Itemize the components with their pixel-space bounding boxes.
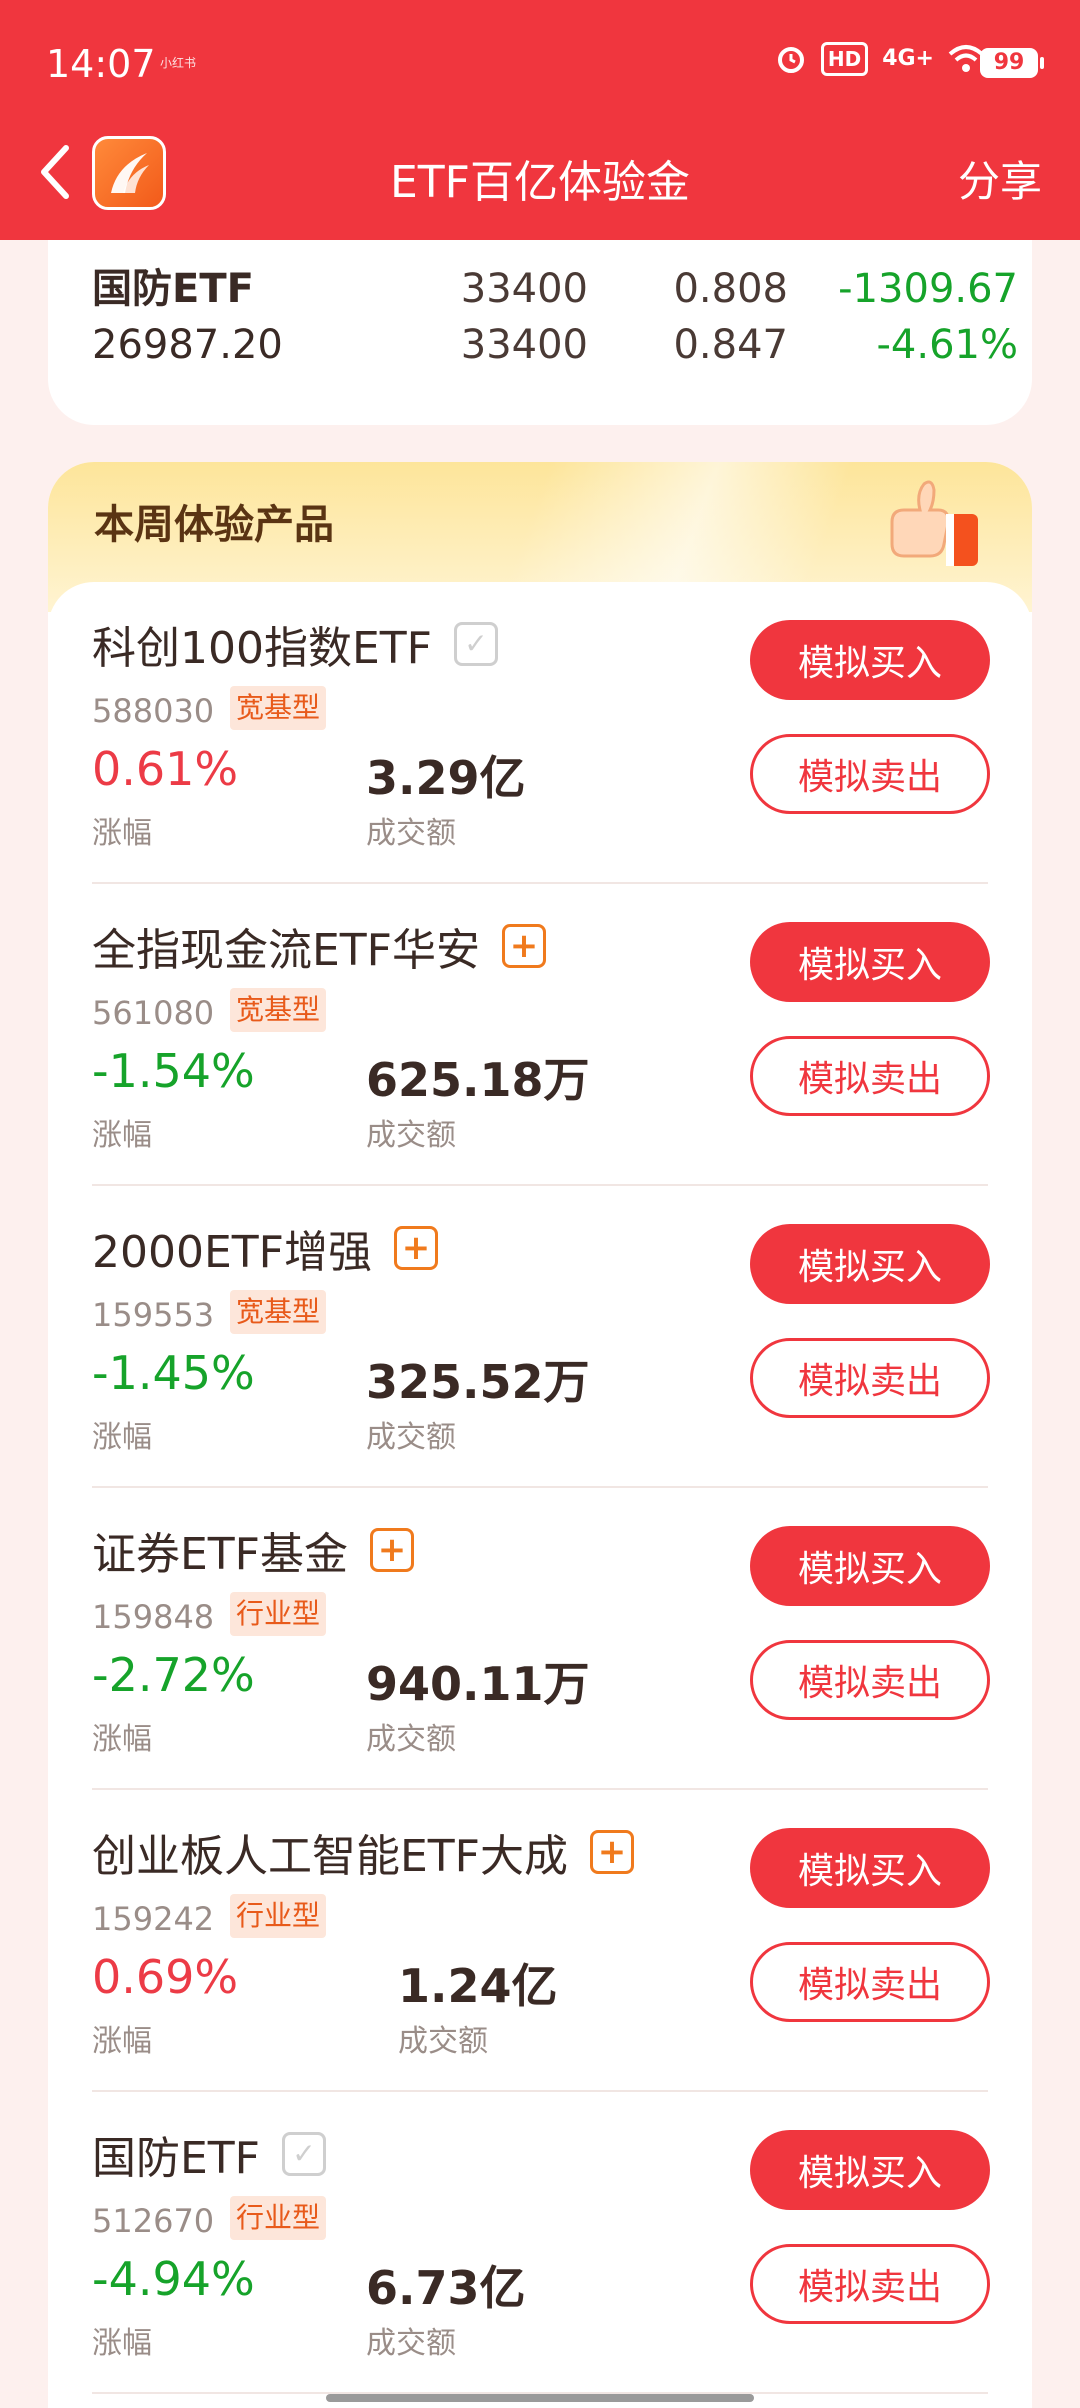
product-type-badge: 宽基型	[230, 686, 327, 730]
holding-pl-amount: -1309.67	[838, 266, 1018, 312]
product-volume: 6.73亿	[366, 2261, 526, 2315]
products-list: 科创100指数ETF ✓ 588030 宽基型 0.61% 涨幅 3.29亿 成…	[48, 582, 1032, 2408]
product-row[interactable]: 创业板人工智能ETF大成 + 159242 行业型 0.69% 涨幅 1.24亿…	[48, 1790, 1032, 2092]
top-bar: 14:07 小红书 HD 4G+ 99 ETF百亿体验金 分享	[0, 0, 1080, 240]
product-code: 561080	[92, 994, 215, 1032]
product-change: -4.94%	[92, 2252, 255, 2306]
thumbs-up-icon	[890, 480, 978, 566]
product-volume: 940.11万	[366, 1657, 590, 1711]
simulate-sell-button[interactable]: 模拟卖出	[750, 1640, 990, 1720]
product-name-line[interactable]: 科创100指数ETF ✓	[92, 612, 498, 676]
change-label: 涨幅	[92, 1722, 152, 1757]
product-row[interactable]: 全指现金流ETF华安 + 561080 宽基型 -1.54% 涨幅 625.18…	[48, 884, 1032, 1186]
status-time: 14:07	[46, 42, 156, 86]
change-label: 涨幅	[92, 816, 152, 851]
product-row[interactable]: 国防ETF ✓ 512670 行业型 -4.94% 涨幅 6.73亿 成交额 模…	[48, 2092, 1032, 2394]
simulate-buy-button[interactable]: 模拟买入	[750, 922, 990, 1002]
change-label: 涨幅	[92, 1118, 152, 1153]
battery-icon: 99	[980, 48, 1044, 78]
product-change: -2.72%	[92, 1648, 255, 1702]
volume-label: 成交额	[366, 1118, 456, 1153]
product-volume: 1.24亿	[398, 1959, 558, 2013]
page-title: ETF百亿体验金	[390, 157, 690, 208]
product-name-line[interactable]: 国防ETF ✓	[92, 2122, 326, 2186]
product-volume: 625.18万	[366, 1053, 590, 1107]
product-row[interactable]: 证券ETF基金 + 159848 行业型 -2.72% 涨幅 940.11万 成…	[48, 1488, 1032, 1790]
add-watchlist-icon[interactable]: +	[590, 1830, 634, 1874]
products-card: 本周体验产品 科创100指数ETF ✓ 588030 宽基型 0.61% 涨幅 …	[48, 462, 1032, 2408]
summary-row-1: 国防ETF 33400 0.808 -1309.67	[48, 262, 1032, 316]
alarm-icon	[777, 47, 804, 73]
volume-label: 成交额	[366, 816, 456, 851]
wifi-icon	[948, 45, 984, 72]
share-button[interactable]: 分享	[958, 148, 1042, 209]
product-change: -1.45%	[92, 1346, 255, 1400]
simulate-sell-button[interactable]: 模拟卖出	[750, 1036, 990, 1116]
simulate-sell-button[interactable]: 模拟卖出	[750, 1942, 990, 2022]
volume-label: 成交额	[398, 2024, 488, 2059]
status-notification-text: 小红书	[160, 56, 197, 70]
volume-label: 成交额	[366, 1420, 456, 1455]
product-type-badge: 宽基型	[230, 1290, 327, 1334]
product-type-badge: 行业型	[230, 1894, 327, 1938]
product-name[interactable]: 科创100指数ETF	[92, 612, 432, 676]
summary-row-2: 26987.20 33400 0.847 -4.61%	[48, 318, 1032, 372]
simulate-buy-button[interactable]: 模拟买入	[750, 1526, 990, 1606]
status-icons: HD 4G+	[775, 42, 984, 76]
volume-label: 成交额	[366, 1722, 456, 1757]
section-title: 本周体验产品	[94, 502, 334, 548]
added-check-icon[interactable]: ✓	[282, 2132, 326, 2176]
simulate-sell-button[interactable]: 模拟卖出	[750, 1338, 990, 1418]
product-change: 0.61%	[92, 742, 239, 796]
product-name-line[interactable]: 创业板人工智能ETF大成 +	[92, 1820, 634, 1884]
product-type-badge: 行业型	[230, 2196, 327, 2240]
product-name-line[interactable]: 2000ETF增强 +	[92, 1216, 438, 1280]
change-label: 涨幅	[92, 2024, 152, 2059]
product-name[interactable]: 证券ETF基金	[92, 1518, 348, 1582]
product-change: -1.54%	[92, 1044, 255, 1098]
change-label: 涨幅	[92, 2326, 152, 2361]
product-type-badge: 行业型	[230, 1592, 327, 1636]
home-indicator[interactable]	[326, 2394, 754, 2402]
volume-label: 成交额	[366, 2326, 456, 2361]
product-code: 159242	[92, 1900, 215, 1938]
product-name-line[interactable]: 全指现金流ETF华安 +	[92, 914, 546, 978]
product-name-line[interactable]: 证券ETF基金 +	[92, 1518, 414, 1582]
simulate-buy-button[interactable]: 模拟买入	[750, 1224, 990, 1304]
add-watchlist-icon[interactable]: +	[502, 924, 546, 968]
product-name[interactable]: 国防ETF	[92, 2122, 260, 2186]
holding-qty: 33400	[460, 266, 588, 312]
product-name[interactable]: 全指现金流ETF华安	[92, 914, 480, 978]
4g-signal-icon: 4G+	[882, 46, 934, 71]
holding-cost-price: 0.847	[673, 322, 788, 368]
simulate-buy-button[interactable]: 模拟买入	[750, 1828, 990, 1908]
hd-icon: HD	[820, 42, 869, 76]
product-volume: 3.29亿	[366, 751, 526, 805]
product-code: 588030	[92, 692, 215, 730]
added-check-icon[interactable]: ✓	[453, 622, 498, 666]
change-label: 涨幅	[92, 1420, 152, 1455]
product-row[interactable]: 科创100指数ETF ✓ 588030 宽基型 0.61% 涨幅 3.29亿 成…	[48, 582, 1032, 884]
simulate-buy-button[interactable]: 模拟买入	[750, 2130, 990, 2210]
holding-price: 0.808	[673, 266, 788, 312]
product-code: 159553	[92, 1296, 215, 1334]
product-name[interactable]: 创业板人工智能ETF大成	[92, 1820, 568, 1884]
add-watchlist-icon[interactable]: +	[370, 1528, 414, 1572]
product-change: 0.69%	[92, 1950, 239, 2004]
product-code: 159848	[92, 1598, 215, 1636]
holding-qty-available: 33400	[460, 322, 588, 368]
simulate-buy-button[interactable]: 模拟买入	[750, 620, 990, 700]
product-volume: 325.52万	[366, 1355, 590, 1409]
simulate-sell-button[interactable]: 模拟卖出	[750, 734, 990, 814]
product-type-badge: 宽基型	[230, 988, 327, 1032]
holding-name: 国防ETF	[92, 266, 254, 312]
add-watchlist-icon[interactable]: +	[393, 1226, 438, 1270]
product-code: 512670	[92, 2202, 215, 2240]
product-row[interactable]: 2000ETF增强 + 159553 宽基型 -1.45% 涨幅 325.52万…	[48, 1186, 1032, 1488]
simulate-sell-button[interactable]: 模拟卖出	[750, 2244, 990, 2324]
holding-pl-percent: -4.61%	[876, 322, 1018, 368]
holding-value: 26987.20	[92, 322, 283, 368]
holding-summary-card: 国防ETF 33400 0.808 -1309.67 26987.20 3340…	[48, 240, 1032, 425]
product-name[interactable]: 2000ETF增强	[92, 1216, 372, 1280]
